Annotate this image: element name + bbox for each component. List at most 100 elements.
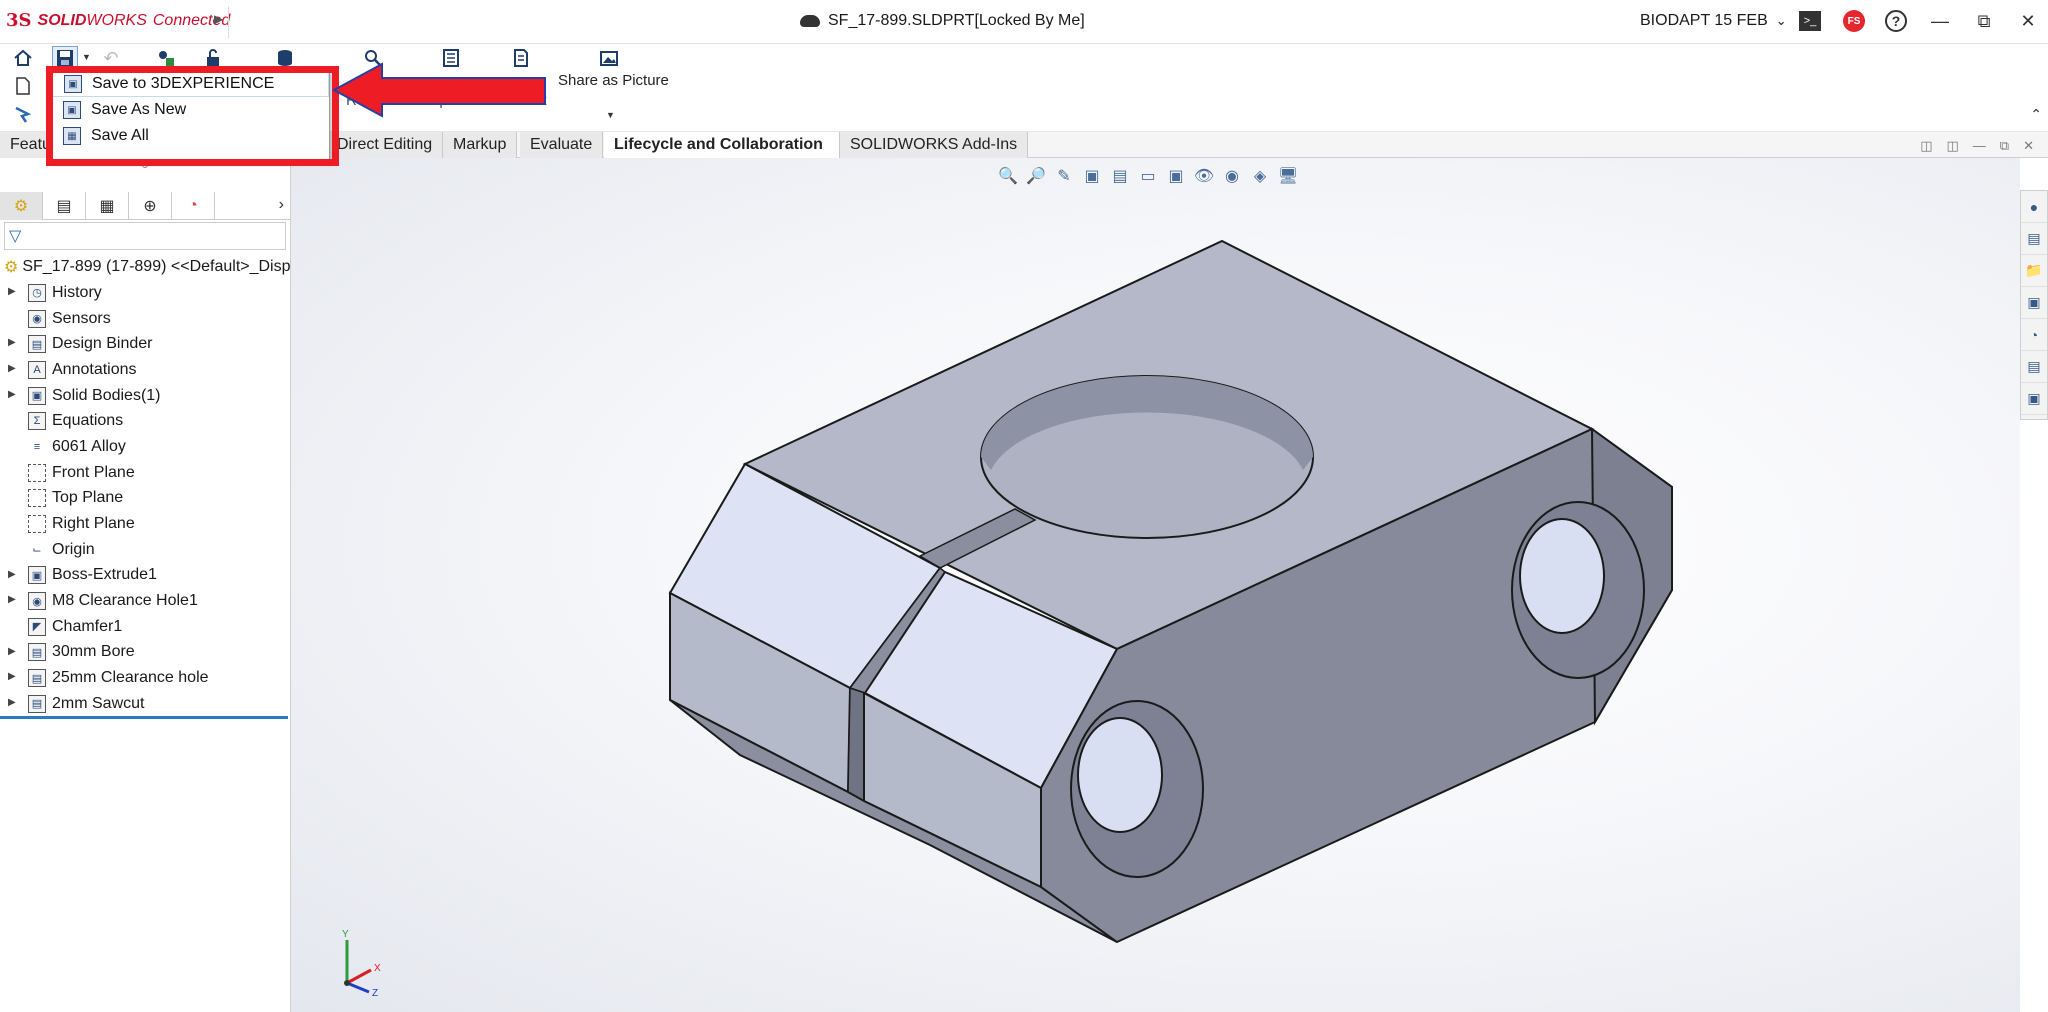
chevron-right-icon[interactable]: › — [279, 196, 284, 214]
tree-item-annotations[interactable]: ▶ A Annotations — [0, 357, 290, 383]
expand-icon[interactable]: ▶ — [8, 569, 16, 580]
share-picture-icon[interactable] — [596, 46, 622, 70]
clearance-hole-front-inner — [1077, 717, 1163, 833]
document-title: SF_17-899.SLDPRT[Locked By Me] — [800, 12, 1085, 30]
tree-item-25mm-clearance-hole[interactable]: ▶ ▤ 25mm Clearance hole — [0, 665, 290, 691]
tab-direct-editing[interactable]: Direct Editing — [327, 132, 444, 158]
coordinate-triad: Y X Z — [342, 929, 381, 998]
cloud-icon — [800, 15, 820, 27]
tab-lifecycle-collaboration[interactable]: Lifecycle and Collaboration — [604, 132, 840, 158]
tree-root-part[interactable]: ⚙ SF_17-899 (17-899) <<Default>_Disp — [0, 254, 290, 280]
expand-icon[interactable]: ▶ — [8, 594, 16, 605]
tree-item-design-binder[interactable]: ▶ ▤ Design Binder — [0, 331, 290, 357]
filter-input[interactable]: ▽ — [4, 222, 286, 250]
rollback-bar[interactable] — [0, 716, 288, 719]
viewport-minimize-icon[interactable]: — — [1973, 138, 1986, 154]
tenant-selector[interactable]: BIODAPT 15 FEB ⌄ — [1640, 12, 1787, 30]
plane-icon — [28, 489, 46, 508]
minimize-icon[interactable]: — — [1928, 9, 1952, 33]
divider — [228, 6, 229, 38]
cut-icon: ▤ — [28, 694, 46, 713]
task-pane: ● ▤ 📁 ▣ ◔ ▤ ▣ — [2020, 190, 2048, 420]
solidworks-resources-icon[interactable]: ▣ — [2021, 383, 2047, 415]
close-icon[interactable]: ✕ — [2016, 9, 2040, 33]
tree-item-origin[interactable]: ⌙ Origin — [0, 537, 290, 563]
expand-icon[interactable]: ▶ — [8, 646, 16, 657]
graphics-area[interactable]: 🔍 🔎 ✎ ▣ ▤ ▭ ▣ 👁 ◉ ◈ 🖥 Y X Z — [291, 158, 2020, 1012]
tab-features[interactable]: Featu — [0, 132, 51, 158]
triad-y-label: Y — [342, 929, 349, 940]
history-folder-icon: ◷ — [28, 283, 46, 302]
part-model[interactable] — [291, 158, 2020, 1012]
sensors-folder-icon: ◉ — [28, 309, 46, 328]
sawcut-front — [847, 686, 866, 803]
triad-z-label: Z — [372, 988, 378, 998]
tab-evaluate[interactable]: Evaluate — [520, 132, 604, 158]
tile-left-icon[interactable]: ◫ — [1920, 138, 1932, 154]
home-icon[interactable] — [10, 46, 36, 70]
user-avatar[interactable]: FS — [1842, 9, 1866, 33]
clearance-hole-back-inner — [1519, 518, 1605, 634]
configuration-manager-tab-icon[interactable]: ▦ — [86, 192, 129, 220]
share-as-picture-label[interactable]: Share as Picture — [558, 72, 669, 89]
expand-icon[interactable]: ▶ — [8, 389, 16, 400]
expand-icon[interactable]: ▶ — [8, 671, 16, 682]
tree-item-material[interactable]: ≡ 6061 Alloy — [0, 434, 290, 460]
viewport-close-icon[interactable]: ✕ — [2023, 138, 2034, 154]
dimxpert-tab-icon[interactable]: ⊕ — [129, 192, 172, 220]
ribbon-dropdown-arrow-icon[interactable]: ▼ — [606, 110, 615, 120]
display-manager-tab-icon[interactable]: ◔ — [172, 192, 215, 220]
feature-manager-tab-icon[interactable]: ⚙ — [0, 192, 43, 220]
collapse-ribbon-icon[interactable]: ⌃ — [2030, 106, 2042, 123]
tree-item-history[interactable]: ▶ ◷ History — [0, 280, 290, 306]
feature-manager-panel: ⚙ ▤ ▦ ⊕ ◔ › ▽ ⚙ SF_17-899 (17-899) <<Def… — [0, 158, 291, 1012]
custom-properties-icon[interactable]: ▤ — [2021, 351, 2047, 383]
cut-icon: ▤ — [28, 643, 46, 662]
tree-item-top-plane[interactable]: Top Plane — [0, 486, 290, 512]
solid-bodies-icon: ▣ — [28, 386, 46, 405]
tree-item-right-plane[interactable]: Right Plane — [0, 511, 290, 537]
panel-tabs: ⚙ ▤ ▦ ⊕ ◔ › — [0, 192, 290, 220]
tree-item-boss-extrude1[interactable]: ▶ ▣ Boss-Extrude1 — [0, 563, 290, 589]
tree-item-m8-clearance-hole1[interactable]: ▶ ◉ M8 Clearance Hole1 — [0, 588, 290, 614]
view-palette-icon[interactable]: ▣ — [2021, 287, 2047, 319]
terminal-icon[interactable]: >_ — [1798, 9, 1822, 33]
expand-icon[interactable]: ▶ — [8, 363, 16, 374]
save-dropdown-arrow-icon[interactable]: ▼ — [82, 52, 91, 62]
chamfer-icon: ◤ — [28, 617, 46, 636]
tree-item-equations[interactable]: Σ Equations — [0, 408, 290, 434]
design-library-icon[interactable]: ▤ — [2021, 223, 2047, 255]
property-manager-tab-icon[interactable]: ▤ — [43, 192, 86, 220]
tree-item-front-plane[interactable]: Front Plane — [0, 460, 290, 486]
annotation-highlight-box — [46, 66, 339, 166]
new-document-icon[interactable] — [10, 74, 36, 98]
restore-icon[interactable]: ⧉ — [1972, 9, 1996, 33]
select-icon[interactable] — [10, 102, 36, 126]
3dexperience-icon[interactable]: ● — [2021, 191, 2047, 223]
plane-icon — [28, 463, 46, 482]
help-icon[interactable]: ? — [1884, 9, 1908, 33]
tree-item-2mm-sawcut[interactable]: ▶ ▤ 2mm Sawcut — [0, 691, 290, 717]
expand-icon[interactable]: ▶ — [8, 286, 16, 297]
expand-icon[interactable]: ▶ — [8, 697, 16, 708]
hole-wizard-icon: ◉ — [28, 592, 46, 611]
tree-item-chamfer1[interactable]: ◤ Chamfer1 — [0, 614, 290, 640]
solidworks-logo[interactable]: 3S SOLIDWORKS Connected — [6, 10, 230, 31]
tile-right-icon[interactable]: ◫ — [1947, 138, 1959, 154]
viewport-restore-icon[interactable]: ⧉ — [2000, 138, 2009, 154]
extrude-icon: ▣ — [28, 566, 46, 585]
brand-menu-arrow-icon[interactable]: ▶ — [214, 12, 223, 26]
annotation-arrow — [331, 62, 546, 118]
tree-item-sensors[interactable]: ◉ Sensors — [0, 306, 290, 332]
file-explorer-icon[interactable]: 📁 — [2021, 255, 2047, 287]
title-bar: 3S SOLIDWORKS Connected ▶ SF_17-899.SLDP… — [0, 0, 2048, 44]
feature-tree: ⚙ SF_17-899 (17-899) <<Default>_Disp ▶ ◷ H… — [0, 254, 290, 717]
tree-item-solid-bodies[interactable]: ▶ ▣ Solid Bodies(1) — [0, 383, 290, 409]
tab-markup[interactable]: Markup — [443, 132, 518, 158]
tab-solidworks-add-ins[interactable]: SOLIDWORKS Add-Ins — [840, 132, 1029, 158]
tree-item-30mm-bore[interactable]: ▶ ▤ 30mm Bore — [0, 640, 290, 666]
chevron-down-icon: ⌄ — [1775, 13, 1787, 28]
material-icon: ≡ — [33, 440, 41, 453]
appearances-icon[interactable]: ◔ — [2021, 319, 2047, 351]
expand-icon[interactable]: ▶ — [8, 337, 16, 348]
